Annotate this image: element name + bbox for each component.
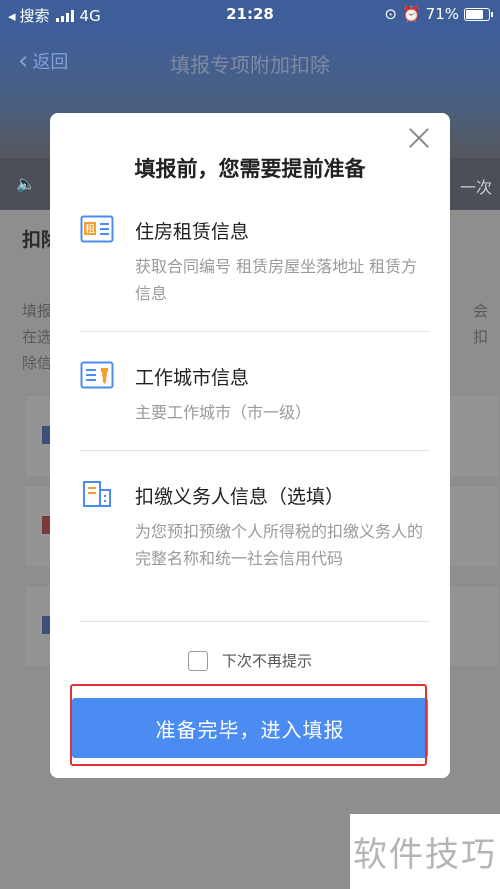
status-bar-right: ⊙ ⏰ 71% (384, 5, 493, 23)
item-description: 为您预扣预缴个人所得税的扣缴义务人的完整名称和统一社会信用代码 (135, 522, 424, 568)
item-title: 住房租赁信息 (135, 221, 250, 243)
item-title: 工作城市信息 (135, 367, 250, 389)
work-city-id-card-icon (80, 361, 114, 389)
item-title: 扣缴义务人信息（选填） (135, 486, 345, 508)
divider (80, 621, 430, 622)
dialog-title: 填报前，您需要提前准备 (134, 157, 366, 181)
svg-text:租: 租 (85, 223, 95, 236)
watermark: 软件技巧 (350, 814, 500, 889)
notice-text: 一次 (459, 178, 492, 197)
alarm-icon: ⏰ (401, 5, 421, 23)
intro-text-right: 会 扣 (472, 302, 488, 346)
status-bar: ◂ 搜索 4G 21:28 ⊙ ⏰ 71% (0, 0, 500, 28)
prepare-dialog: 填报前，您需要提前准备 租 住房租赁信息 获取合同编号 租赁房屋坐落地址 租赁方… (50, 113, 450, 778)
item-description: 获取合同编号 租赁房屋坐落地址 租赁方信息 (135, 257, 418, 303)
speaker-icon: 🔈 (16, 174, 36, 193)
close-icon[interactable] (408, 127, 430, 149)
divider (80, 450, 430, 451)
battery-icon (464, 7, 493, 21)
checkbox-label[interactable]: 下次不再提示 (222, 650, 312, 671)
page-title: 填报专项附加扣除 (170, 53, 330, 77)
battery-percent: 71% (425, 5, 459, 23)
withholding-agent-building-icon (83, 481, 111, 507)
dont-show-again-row[interactable]: 下次不再提示 (50, 650, 450, 671)
item-description: 主要工作城市（市一级） (135, 403, 312, 422)
ready-start-filing-button[interactable]: 准备完毕，进入填报 (72, 698, 428, 758)
intro-text-left: 填报 在选 除信 (22, 302, 53, 372)
rent-document-icon: 租 (80, 215, 114, 243)
rotation-lock-icon: ⊙ (384, 5, 397, 23)
dont-show-again-checkbox[interactable] (187, 650, 208, 671)
divider (80, 331, 430, 332)
